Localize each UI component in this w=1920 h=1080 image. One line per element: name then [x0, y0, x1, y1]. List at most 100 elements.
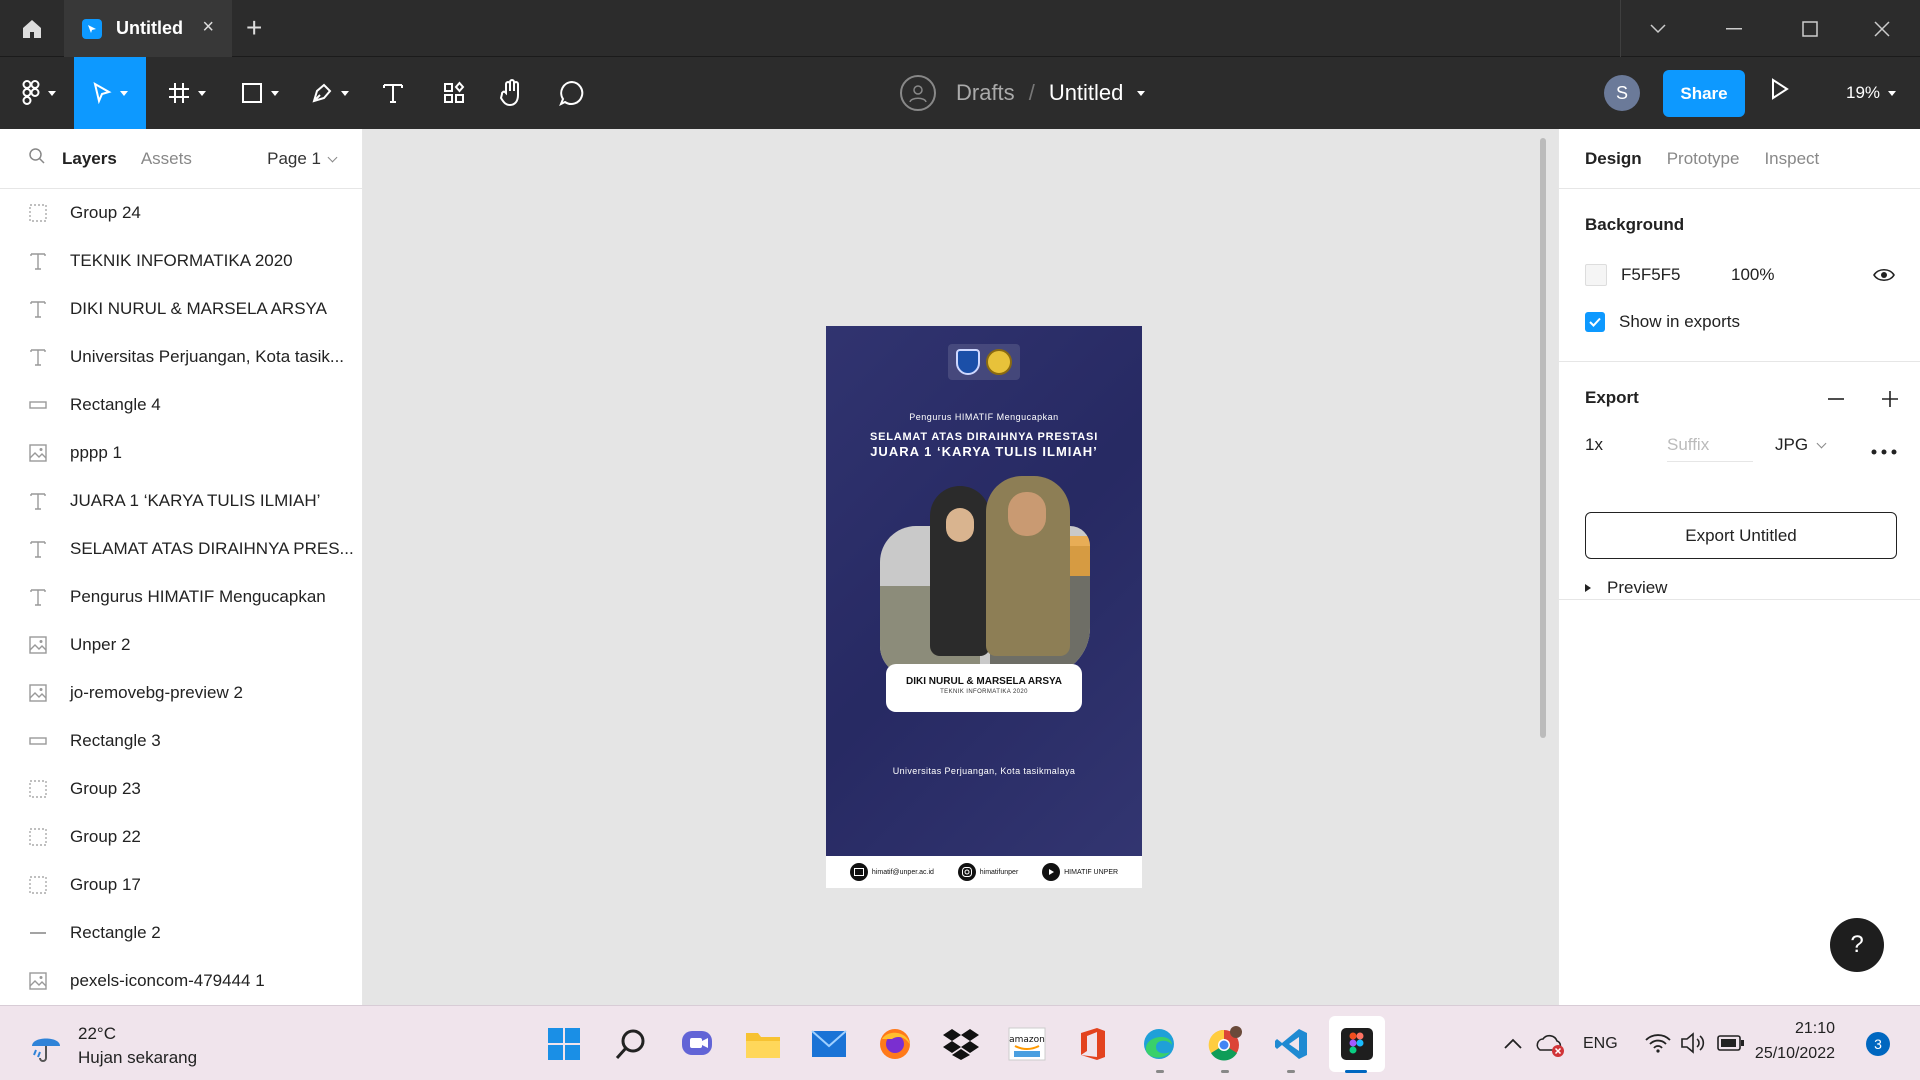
teams-chat-app[interactable] [677, 1024, 717, 1064]
search-icon[interactable] [28, 147, 46, 170]
export-scale[interactable]: 1x [1585, 435, 1603, 455]
eye-icon[interactable] [1873, 267, 1895, 288]
rain-umbrella-icon [32, 1038, 60, 1062]
bg-hex-input[interactable]: F5F5F5 [1621, 265, 1731, 285]
file-explorer-app[interactable] [743, 1024, 783, 1064]
weather-widget[interactable]: 22°C Hujan sekarang [28, 1022, 197, 1070]
move-tool-button[interactable] [74, 57, 146, 129]
file-tab[interactable]: Untitled × [64, 0, 232, 57]
tab-layers[interactable]: Layers [62, 149, 117, 169]
file-title[interactable]: Untitled [1049, 80, 1124, 106]
layer-row[interactable]: Rectangle 2 [0, 909, 362, 957]
notification-badge[interactable]: 3 [1866, 1032, 1890, 1056]
maximize-button[interactable] [1772, 0, 1848, 57]
search-button[interactable] [611, 1024, 651, 1064]
new-tab-button[interactable]: + [246, 12, 262, 44]
layer-row[interactable]: JUARA 1 ‘KARYA TULIS ILMIAH’ [0, 477, 362, 525]
page-selector[interactable]: Page 1 [267, 149, 338, 169]
hand-tool-button[interactable] [490, 57, 534, 129]
minimize-button[interactable] [1696, 0, 1772, 57]
add-export-icon[interactable] [1881, 390, 1899, 413]
clock-date[interactable]: 25/10/2022 [1753, 1045, 1835, 1063]
show-in-exports-row[interactable]: Show in exports [1585, 312, 1740, 332]
dropbox-app[interactable] [941, 1024, 981, 1064]
bg-opacity-input[interactable]: 100% [1731, 265, 1774, 285]
layer-row[interactable]: Rectangle 3 [0, 717, 362, 765]
remove-export-icon[interactable] [1827, 390, 1845, 413]
design-panel-tabs: Design Prototype Inspect [1559, 129, 1920, 189]
layer-row[interactable]: jo-removebg-preview 2 [0, 669, 362, 717]
tab-inspect[interactable]: Inspect [1764, 149, 1819, 169]
wifi-icon[interactable] [1645, 1033, 1671, 1058]
layer-row[interactable]: Group 24 [0, 189, 362, 237]
layer-row[interactable]: pexels-iconcom-479444 1 [0, 957, 362, 1005]
layer-row[interactable]: Rectangle 4 [0, 381, 362, 429]
layer-row[interactable]: Group 23 [0, 765, 362, 813]
export-button[interactable]: Export Untitled [1585, 512, 1897, 559]
layer-row[interactable]: Pengurus HIMATIF Mengucapkan [0, 573, 362, 621]
layer-row[interactable]: DIKI NURUL & MARSELA ARSYA [0, 285, 362, 333]
amazon-app[interactable]: amazon [1007, 1024, 1047, 1064]
group-icon [28, 875, 48, 895]
user-avatar[interactable]: S [1604, 75, 1640, 111]
person-photo-2 [986, 476, 1070, 656]
dropbox-icon [943, 1029, 979, 1060]
clock-time[interactable]: 21:10 [1779, 1020, 1835, 1038]
team-avatar-icon[interactable] [900, 75, 936, 111]
present-button[interactable] [1770, 78, 1790, 105]
close-window-button[interactable] [1844, 0, 1920, 57]
layer-row[interactable]: TEKNIK INFORMATIKA 2020 [0, 237, 362, 285]
youtube-icon [1042, 863, 1061, 881]
layer-row[interactable]: Group 17 [0, 861, 362, 909]
chevron-down-icon[interactable] [1137, 90, 1146, 96]
zoom-dropdown[interactable]: 19% [1846, 83, 1897, 103]
start-button[interactable] [544, 1024, 584, 1064]
help-button[interactable]: ? [1830, 918, 1884, 972]
main-menu-button[interactable] [10, 57, 68, 129]
poster-names: DIKI NURUL & MARSELA ARSYA [906, 676, 1062, 687]
layer-row[interactable]: Unper 2 [0, 621, 362, 669]
shape-tool-button[interactable] [230, 57, 290, 129]
canvas-scrollbar[interactable] [1540, 138, 1546, 738]
layer-row[interactable]: pppp 1 [0, 429, 362, 477]
more-options-icon[interactable] [1871, 442, 1897, 460]
share-button[interactable]: Share [1663, 70, 1745, 117]
firefox-app[interactable] [875, 1024, 915, 1064]
pen-tool-button[interactable] [300, 57, 360, 129]
title-bar: Untitled × + [0, 0, 1920, 57]
chevron-down-icon[interactable] [1620, 0, 1696, 57]
export-format-dropdown[interactable]: JPG [1775, 435, 1827, 455]
layer-label: Universitas Perjuangan, Kota tasik... [70, 347, 345, 366]
volume-icon[interactable] [1680, 1032, 1706, 1059]
layer-row[interactable]: Universitas Perjuangan, Kota tasik... [0, 333, 362, 381]
resources-button[interactable] [432, 57, 476, 129]
preview-toggle[interactable]: Preview [1585, 578, 1667, 598]
edge-app[interactable] [1139, 1024, 1179, 1064]
vscode-app[interactable] [1271, 1024, 1311, 1064]
export-suffix-input[interactable]: Suffix [1667, 428, 1753, 462]
battery-icon[interactable] [1717, 1034, 1745, 1057]
input-language[interactable]: ENG [1583, 1035, 1618, 1053]
tab-prototype[interactable]: Prototype [1667, 149, 1740, 169]
tab-design[interactable]: Design [1585, 149, 1642, 169]
close-tab-icon[interactable]: × [202, 16, 214, 39]
home-icon[interactable] [0, 0, 64, 57]
onedrive-error-icon[interactable] [1536, 1032, 1566, 1063]
figma-app[interactable] [1329, 1016, 1385, 1072]
color-swatch[interactable] [1585, 264, 1607, 286]
text-tool-button[interactable] [372, 57, 414, 129]
text-icon [28, 251, 48, 271]
frame-tool-button[interactable] [158, 57, 216, 129]
play-icon [1772, 78, 1789, 100]
comment-tool-button[interactable] [550, 57, 594, 129]
show-hidden-icons-button[interactable] [1504, 1036, 1522, 1054]
show-in-exports-checkbox[interactable] [1585, 312, 1605, 332]
tab-assets[interactable]: Assets [141, 149, 192, 169]
layer-row[interactable]: SELAMAT ATAS DIRAIHNYA PRES... [0, 525, 362, 573]
chrome-app[interactable] [1205, 1024, 1245, 1064]
office-app[interactable] [1073, 1024, 1113, 1064]
mail-app[interactable] [809, 1024, 849, 1064]
poster-frame[interactable]: Pengurus HIMATIF Mengucapkan SELAMAT ATA… [826, 326, 1142, 856]
breadcrumb-drafts[interactable]: Drafts [956, 80, 1015, 106]
layer-row[interactable]: Group 22 [0, 813, 362, 861]
